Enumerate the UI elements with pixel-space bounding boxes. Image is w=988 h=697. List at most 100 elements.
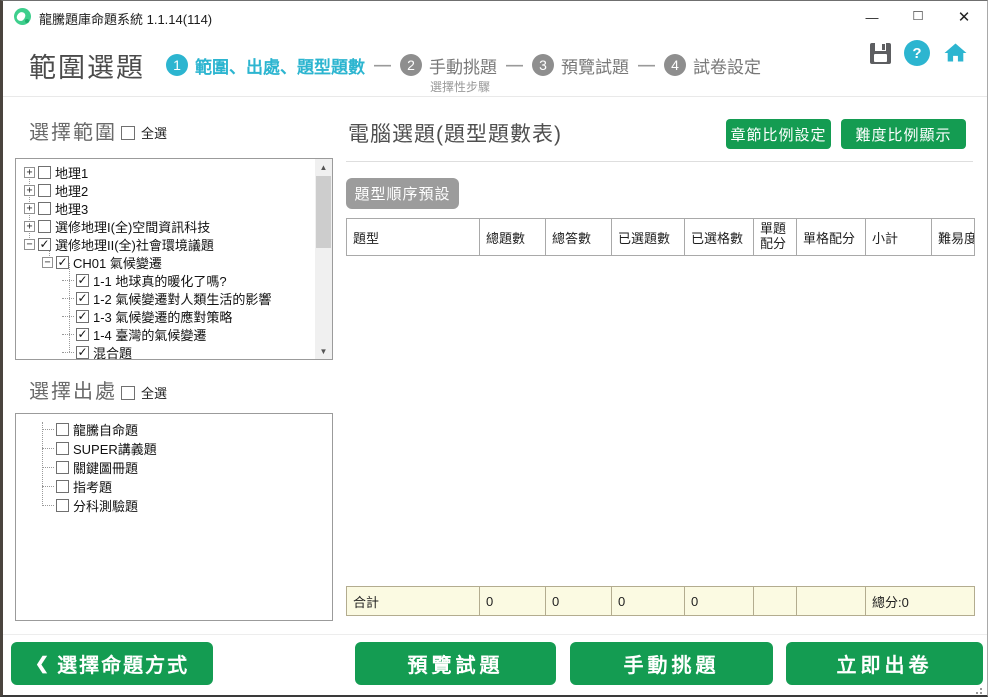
tree-checkbox-checked[interactable]: ✓ xyxy=(56,256,69,269)
tree-item-geo1[interactable]: + 地理1 xyxy=(16,163,314,181)
empty-cell xyxy=(754,587,797,615)
tree-item-label[interactable]: 1-4 臺灣的氣候變遷 xyxy=(93,325,206,343)
source-item-label[interactable]: 分科測驗題 xyxy=(73,496,138,515)
tree-item-label[interactable]: 1-2 氣候變遷對人類生活的影響 xyxy=(93,289,271,307)
home-icon[interactable] xyxy=(943,41,968,65)
step-1-range[interactable]: 1 範圍、出處、題型題數 xyxy=(166,53,365,78)
header-icons: ? xyxy=(870,40,968,66)
tree-item-label[interactable]: 混合題 xyxy=(93,343,132,361)
tree-branch-line xyxy=(62,316,74,317)
source-item-keymap[interactable]: 關鍵圖冊題 xyxy=(16,458,314,477)
tree-checkbox-checked[interactable]: ✓ xyxy=(76,310,89,323)
list-branch-line xyxy=(42,467,54,468)
col-header-points-per-question: 單題配分 xyxy=(754,219,797,255)
tree-branch-line xyxy=(62,334,74,335)
window-title: 龍騰題庫命題系統 1.1.14(114) xyxy=(39,9,212,28)
range-select-all[interactable]: 全選 xyxy=(121,123,167,142)
resize-grip[interactable] xyxy=(980,688,982,690)
selected-cells-value: 0 xyxy=(685,587,754,615)
step-2-manual-pick[interactable]: 2 手動挑題 選擇性步驟 xyxy=(400,53,497,78)
source-checkbox[interactable] xyxy=(56,461,69,474)
tree-checkbox-checked[interactable]: ✓ xyxy=(76,292,89,305)
col-header-type: 題型 xyxy=(347,219,480,255)
expand-plus-icon[interactable]: + xyxy=(24,167,35,178)
tree-checkbox[interactable] xyxy=(38,220,51,233)
tree-item-label[interactable]: 地理1 xyxy=(55,163,88,181)
tree-item-ch01[interactable]: − ✓ CH01 氣候變遷 xyxy=(16,253,314,271)
manual-pick-button[interactable]: 手動挑題 xyxy=(570,642,773,685)
tree-item-geo3[interactable]: + 地理3 xyxy=(16,199,314,217)
tree-checkbox-checked[interactable]: ✓ xyxy=(76,274,89,287)
tree-checkbox[interactable] xyxy=(38,184,51,197)
expand-plus-icon[interactable]: + xyxy=(24,221,35,232)
tree-branch-line xyxy=(62,298,74,299)
tree-checkbox[interactable] xyxy=(38,166,51,179)
tree-item-1-1[interactable]: ✓ 1-1 地球真的暖化了嗎? xyxy=(16,271,314,289)
step-4-settings[interactable]: 4 試卷設定 xyxy=(664,53,761,78)
source-item-label[interactable]: 龍騰自命題 xyxy=(73,420,138,439)
empty-cell xyxy=(797,587,866,615)
tree-item-label[interactable]: 地理2 xyxy=(55,181,88,199)
step-3-badge: 3 xyxy=(532,54,554,76)
totals-row: 合計 0 0 0 0 總分:0 xyxy=(346,586,975,616)
source-select-all-checkbox[interactable] xyxy=(121,386,135,400)
scroll-up-icon[interactable]: ▲ xyxy=(315,159,332,175)
col-header-total-answers: 總答數 xyxy=(546,219,612,255)
step-connector: — xyxy=(638,55,655,75)
maximize-button[interactable]: □ xyxy=(895,0,941,31)
collapse-minus-icon[interactable]: − xyxy=(24,239,35,250)
expand-plus-icon[interactable]: + xyxy=(24,185,35,196)
range-select-all-checkbox[interactable] xyxy=(121,126,135,140)
chapter-ratio-button[interactable]: 章節比例設定 xyxy=(726,119,831,149)
tree-item-elective1[interactable]: + 選修地理I(全)空間資訊科技 xyxy=(16,217,314,235)
tree-checkbox[interactable] xyxy=(38,202,51,215)
source-item-entrance-exam[interactable]: 指考題 xyxy=(16,477,314,496)
close-button[interactable]: ✕ xyxy=(941,1,987,33)
tree-item-label[interactable]: 1-1 地球真的暖化了嗎? xyxy=(93,271,227,289)
tree-item-geo2[interactable]: + 地理2 xyxy=(16,181,314,199)
back-to-method-button[interactable]: ❮ 選擇命題方式 xyxy=(11,642,213,685)
tree-item-label[interactable]: 地理3 xyxy=(55,199,88,217)
tree-branch-line xyxy=(62,352,74,353)
tree-item-label[interactable]: 選修地理II(全)社會環境議題 xyxy=(55,235,214,253)
generate-paper-button[interactable]: 立即出卷 xyxy=(786,642,983,685)
tree-item-label[interactable]: 1-3 氣候變遷的應對策略 xyxy=(93,307,232,325)
source-item-label[interactable]: SUPER講義題 xyxy=(73,439,157,458)
tree-item-1-3[interactable]: ✓ 1-3 氣候變遷的應對策略 xyxy=(16,307,314,325)
question-order-preset-button[interactable]: 題型順序預設 xyxy=(346,178,459,209)
source-item-longteng[interactable]: 龍騰自命題 xyxy=(16,420,314,439)
source-item-subject-test[interactable]: 分科測驗題 xyxy=(16,496,314,515)
source-checkbox[interactable] xyxy=(56,499,69,512)
source-checkbox[interactable] xyxy=(56,423,69,436)
tree-item-1-2[interactable]: ✓ 1-2 氣候變遷對人類生活的影響 xyxy=(16,289,314,307)
tree-checkbox-checked[interactable]: ✓ xyxy=(76,346,89,359)
tree-item-label[interactable]: 選修地理I(全)空間資訊科技 xyxy=(55,217,210,235)
difficulty-ratio-button[interactable]: 難度比例顯示 xyxy=(841,119,966,149)
tree-item-1-4[interactable]: ✓ 1-4 臺灣的氣候變遷 xyxy=(16,325,314,343)
save-icon[interactable] xyxy=(870,43,891,64)
source-select-all-label: 全選 xyxy=(141,383,167,402)
collapse-minus-icon[interactable]: − xyxy=(42,257,53,268)
minimize-button[interactable]: — xyxy=(849,1,895,33)
tree-item-elective2[interactable]: − ✓ 選修地理II(全)社會環境議題 xyxy=(16,235,314,253)
tree-item-mixed[interactable]: ✓ 混合題 xyxy=(16,343,314,361)
source-item-label[interactable]: 指考題 xyxy=(73,477,112,496)
scrollbar-thumb[interactable] xyxy=(316,176,331,248)
source-item-super[interactable]: SUPER講義題 xyxy=(16,439,314,458)
step-3-preview[interactable]: 3 預覽試題 xyxy=(532,53,629,78)
tree-item-label[interactable]: CH01 氣候變遷 xyxy=(73,253,162,271)
total-score-value: 總分:0 xyxy=(866,587,974,615)
expand-plus-icon[interactable]: + xyxy=(24,203,35,214)
tree-checkbox-checked[interactable]: ✓ xyxy=(76,328,89,341)
tree-scrollbar[interactable]: ▲ ▼ xyxy=(315,159,332,359)
tree-checkbox-checked[interactable]: ✓ xyxy=(38,238,51,251)
source-list-box: 龍騰自命題 SUPER講義題 關鍵圖冊題 指考題 分科測驗題 xyxy=(15,413,333,621)
back-button-label: 選擇命題方式 xyxy=(57,649,189,678)
source-checkbox[interactable] xyxy=(56,442,69,455)
source-select-all[interactable]: 全選 xyxy=(121,383,167,402)
preview-questions-button[interactable]: 預覽試題 xyxy=(355,642,556,685)
source-checkbox[interactable] xyxy=(56,480,69,493)
scroll-down-icon[interactable]: ▼ xyxy=(315,343,332,359)
help-icon[interactable]: ? xyxy=(904,40,930,66)
source-item-label[interactable]: 關鍵圖冊題 xyxy=(73,458,138,477)
